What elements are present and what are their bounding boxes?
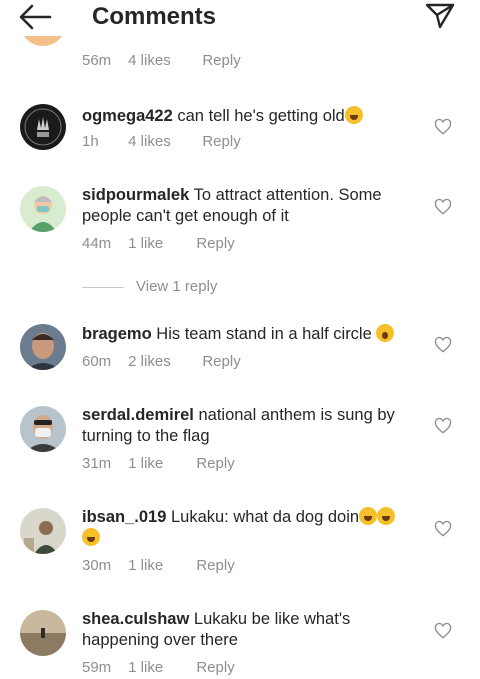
comment-username[interactable]: serdal.demirel: [82, 406, 194, 424]
avatar[interactable]: [20, 186, 66, 232]
comment-meta: 1h 4 likes Reply: [82, 133, 241, 150]
emoji-icon: [82, 528, 100, 546]
heart-icon[interactable]: [434, 520, 452, 538]
comment-username[interactable]: sidpourmalek: [82, 186, 189, 204]
reply-button[interactable]: Reply: [202, 353, 240, 370]
comment-username[interactable]: ogmega422: [82, 107, 173, 125]
comment-time: 1h: [82, 133, 99, 150]
comment-likes[interactable]: 4 likes: [128, 133, 198, 150]
comment-text: ogmega422 can tell he's getting old: [82, 106, 422, 127]
heart-icon[interactable]: [434, 417, 452, 435]
comment-text: sidpourmalek To attract attention. Some …: [82, 186, 382, 225]
emoji-icon: [376, 324, 395, 342]
comment-username[interactable]: shea.culshaw: [82, 610, 189, 628]
reply-button[interactable]: Reply: [202, 52, 240, 69]
comment-likes[interactable]: 1 like: [128, 557, 192, 574]
comment-time: 60m: [82, 353, 112, 370]
comment-meta: 56m 4 likes Reply: [82, 52, 241, 69]
comment-time: 30m: [82, 557, 112, 574]
page-title: Comments: [92, 3, 217, 30]
reply-button[interactable]: Reply: [202, 133, 240, 150]
comment-likes[interactable]: 1 like: [128, 659, 192, 676]
divider: [82, 286, 124, 288]
comment-username[interactable]: ibsan_.019: [82, 508, 166, 526]
comment-likes[interactable]: 1 like: [128, 455, 192, 472]
heart-icon[interactable]: [434, 118, 452, 136]
comment-text: ibsan_.019 Lukaku: what da dog doin: [82, 507, 422, 549]
comment-time: 31m: [82, 455, 112, 472]
reply-button[interactable]: Reply: [196, 455, 234, 472]
comment-likes[interactable]: 4 likes: [128, 52, 198, 69]
comment-likes[interactable]: 1 like: [128, 235, 192, 252]
avatar[interactable]: [20, 324, 66, 370]
heart-icon[interactable]: [434, 336, 452, 354]
comment-meta: 30m 1 like Reply: [82, 557, 235, 574]
header: Comments: [0, 0, 480, 36]
comment-meta: 60m 2 likes Reply: [82, 353, 241, 370]
comment-username[interactable]: bragemo: [82, 325, 152, 343]
paper-plane-icon[interactable]: [424, 2, 456, 30]
comment-text: serdal.demirel national anthem is sung b…: [82, 406, 395, 445]
comment-time: 56m: [82, 52, 112, 69]
reply-button[interactable]: Reply: [196, 235, 234, 252]
avatar[interactable]: [20, 508, 66, 554]
emoji-icon: [359, 507, 378, 525]
avatar[interactable]: [20, 610, 66, 656]
comment-time: 59m: [82, 659, 112, 676]
reply-button[interactable]: Reply: [196, 659, 234, 676]
reply-button[interactable]: Reply: [196, 557, 234, 574]
view-replies-button[interactable]: View 1 reply: [82, 278, 217, 295]
comment-meta: 31m 1 like Reply: [82, 455, 235, 472]
comment-text: shea.culshaw Lukaku be like what's happe…: [82, 610, 351, 649]
avatar[interactable]: [20, 104, 66, 150]
comment-meta: 59m 1 like Reply: [82, 659, 235, 676]
arrow-left-icon[interactable]: [18, 4, 52, 30]
heart-icon[interactable]: [434, 622, 452, 640]
heart-icon[interactable]: [434, 198, 452, 216]
emoji-icon: [377, 507, 396, 525]
comment-text: bragemo His team stand in a half circle: [82, 324, 422, 345]
avatar[interactable]: [20, 406, 66, 452]
comment-likes[interactable]: 2 likes: [128, 353, 198, 370]
comment-time: 44m: [82, 235, 112, 252]
emoji-icon: [344, 106, 363, 124]
comment-meta: 44m 1 like Reply: [82, 235, 235, 252]
